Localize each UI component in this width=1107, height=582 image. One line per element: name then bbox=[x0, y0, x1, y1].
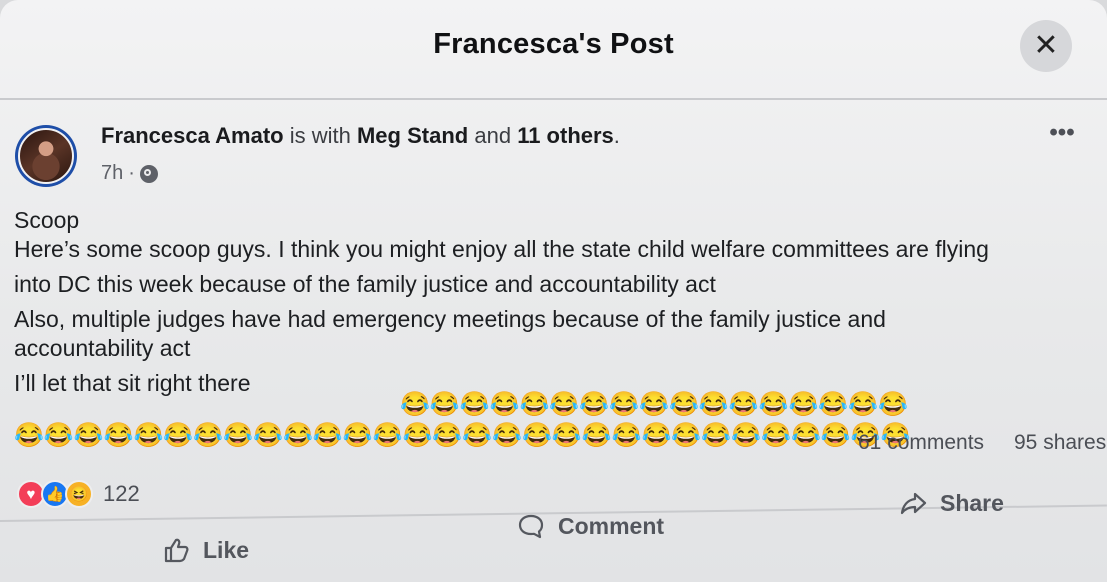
profile-photo bbox=[18, 128, 74, 184]
like-label: Like bbox=[203, 536, 250, 563]
laugh-symbol: 😆 bbox=[69, 486, 89, 503]
comment-label: Comment bbox=[558, 512, 665, 539]
modal-title: Francesca's Post bbox=[433, 28, 674, 60]
post-modal: Francesca's Post ✕ Francesca Amato is wi… bbox=[0, 0, 1107, 582]
post-text-line: into DC this week because of the family … bbox=[14, 271, 716, 297]
share-arrow-icon bbox=[900, 492, 927, 515]
heart-symbol: ♥ bbox=[26, 485, 36, 503]
timestamp-link[interactable]: 7h bbox=[101, 162, 123, 185]
post-stats: 61 comments 95 shares bbox=[0, 430, 1107, 470]
thumbs-up-outline-icon bbox=[164, 538, 189, 563]
modal-header: Francesca's Post ✕ bbox=[0, 0, 1107, 100]
emoji-laugh-row-top: 😂😂😂😂😂😂😂😂😂😂😂😂😂😂😂😂😂 bbox=[400, 391, 909, 418]
laugh-icon: 😆 bbox=[65, 480, 93, 508]
like-button[interactable]: Like bbox=[161, 535, 249, 565]
more-options-button[interactable]: ••• bbox=[1048, 121, 1076, 151]
post-header: Francesca Amato is with Meg Stand and 11… bbox=[15, 118, 1085, 198]
reactions-summary[interactable]: ♥ 👍 😆 122 bbox=[17, 478, 140, 510]
comment-button[interactable]: Comment bbox=[516, 511, 664, 541]
thumbs-up-symbol: 👍 bbox=[45, 486, 65, 503]
tagged-user-link[interactable]: Meg Stand bbox=[357, 123, 468, 148]
post-text-line: Scoop bbox=[14, 207, 80, 233]
close-button[interactable]: ✕ bbox=[1020, 20, 1072, 72]
comments-count-link[interactable]: 61 comments bbox=[858, 431, 984, 455]
globe-icon[interactable] bbox=[139, 164, 158, 183]
comment-bubble-icon bbox=[518, 514, 544, 539]
close-icon: ✕ bbox=[1033, 29, 1059, 62]
others-link[interactable]: 11 others bbox=[517, 123, 614, 148]
and-text: and bbox=[474, 123, 512, 148]
post-text-line: Also, multiple judges have had emergency… bbox=[14, 306, 886, 332]
meta-separator: · bbox=[128, 162, 135, 184]
author-period: . bbox=[613, 123, 620, 148]
shares-count-link[interactable]: 95 shares bbox=[1014, 431, 1106, 455]
more-options-icon: ••• bbox=[1049, 119, 1075, 146]
share-button[interactable]: Share bbox=[898, 488, 1004, 518]
with-text: is with bbox=[289, 123, 351, 148]
post-text-line: Here’s some scoop guys. I think you migh… bbox=[14, 236, 989, 262]
share-label: Share bbox=[940, 489, 1004, 516]
post-text-line: accountability act bbox=[14, 335, 191, 361]
author-name-link[interactable]: Francesca Amato bbox=[101, 123, 284, 148]
avatar[interactable] bbox=[15, 125, 77, 187]
post-meta: 7h · bbox=[101, 162, 158, 185]
author-line: Francesca Amato is with Meg Stand and 11… bbox=[101, 123, 620, 149]
post-body: Scoop Here’s some scoop guys. I think yo… bbox=[14, 206, 1084, 398]
reactions-count: 122 bbox=[103, 481, 140, 506]
